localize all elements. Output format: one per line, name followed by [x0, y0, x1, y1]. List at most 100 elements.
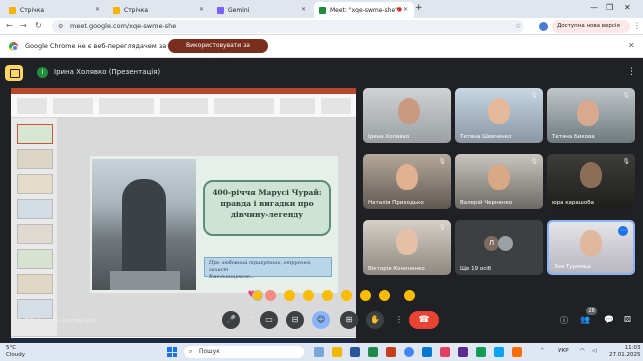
participant-avatar: Л: [484, 236, 499, 251]
slide-title-line: дівчину-легенду: [230, 210, 304, 219]
close-infobar-icon[interactable]: ✕: [628, 41, 635, 50]
network-icon[interactable]: ◠: [580, 348, 585, 354]
captions-button[interactable]: ⊟: [286, 311, 304, 329]
participant-tile[interactable]: 🎙 Тетяна Шевченко: [455, 88, 543, 143]
site-info-icon[interactable]: ⚙: [58, 20, 63, 33]
volume-icon[interactable]: ◁: [592, 348, 596, 354]
app-icon[interactable]: [440, 347, 450, 357]
present-button[interactable]: ⊞: [340, 311, 358, 329]
edge-icon[interactable]: [422, 347, 432, 357]
thumbs-up-reaction-icon[interactable]: [252, 290, 263, 301]
more-reactions-icon[interactable]: [404, 290, 415, 301]
camera-toggle-button[interactable]: ▭: [260, 311, 278, 329]
laugh-reaction-icon[interactable]: [303, 290, 314, 301]
tab-stream-2[interactable]: Стрічка ✕: [108, 2, 210, 18]
tray-overflow-icon[interactable]: ⌃: [540, 348, 545, 354]
close-tab-icon[interactable]: ✕: [199, 6, 204, 13]
slide-title-line: 400-річчя Марусі Чурай:: [212, 188, 322, 197]
tab-label: Стрічка: [124, 6, 149, 14]
minimize-icon[interactable]: —: [590, 3, 598, 12]
chrome-taskbar-icon[interactable]: [404, 347, 414, 357]
thinking-reaction-icon[interactable]: [360, 290, 371, 301]
slide-thumbnails: [11, 118, 57, 336]
presentation-menu-icon[interactable]: ⋮: [627, 67, 636, 77]
raise-hand-button[interactable]: ✋: [366, 311, 384, 329]
update-chrome-button[interactable]: Доступна нова версія Chrome: [552, 20, 630, 42]
powerpoint-icon[interactable]: [386, 347, 396, 357]
system-clock[interactable]: 11:03 27.01.2025: [609, 345, 641, 359]
muted-mic-icon: 🎙: [438, 158, 446, 165]
close-tab-icon[interactable]: ✕: [301, 6, 306, 13]
slide-thumbnail: [17, 149, 53, 169]
participant-name: юра карашоба: [552, 200, 594, 206]
participant-tile[interactable]: 🎙 Тетяна Бикова: [547, 88, 635, 143]
more-options-button[interactable]: ⋮: [393, 311, 405, 329]
meeting-details-icon[interactable]: ⓘ: [560, 315, 568, 326]
surprised-reaction-icon[interactable]: [322, 290, 333, 301]
thumbs-down-reaction-icon[interactable]: [379, 290, 390, 301]
close-window-icon[interactable]: ✕: [624, 3, 631, 12]
favicon-icon: [113, 6, 120, 14]
set-default-button[interactable]: Використовувати за умовчанням: [168, 39, 268, 63]
file-explorer-icon[interactable]: [332, 347, 342, 357]
maximize-icon[interactable]: ❐: [606, 3, 613, 12]
people-icon[interactable]: 👥: [580, 315, 590, 324]
url-field[interactable]: ⚙ meet.google.com/xqe-swme-she: [52, 20, 524, 33]
language-indicator[interactable]: УКР: [558, 348, 569, 354]
app-icon[interactable]: [476, 347, 486, 357]
participant-tile[interactable]: 🎙 Валерій Черненко: [455, 154, 543, 209]
mic-options-icon[interactable]: ⌃: [210, 311, 222, 329]
app-icon[interactable]: [512, 347, 522, 357]
new-tab-button[interactable]: +: [415, 3, 423, 13]
participant-tile[interactable]: ⋯ Зоя Турмица: [547, 220, 635, 275]
powerpoint-ribbon: [11, 94, 356, 118]
word-icon[interactable]: [350, 347, 360, 357]
activities-icon[interactable]: ⚄: [624, 315, 631, 324]
slide-thumbnail: [17, 124, 53, 144]
more-options-icon[interactable]: ⋯: [618, 226, 628, 236]
participant-tile[interactable]: 🎙 Наталія Приходько: [363, 154, 451, 209]
participant-name: Ще 19 осіб: [460, 266, 492, 272]
forward-icon[interactable]: →: [20, 21, 27, 30]
mic-toggle-button[interactable]: 🎤: [222, 311, 240, 329]
back-icon[interactable]: ←: [6, 21, 13, 30]
tab-gemini[interactable]: Gemini ✕: [212, 2, 312, 18]
app-icon[interactable]: [494, 347, 504, 357]
weather-widget[interactable]: 5°C Cloudy: [6, 345, 25, 359]
muted-mic-icon: 🎙: [622, 158, 630, 165]
bookmark-star-icon[interactable]: ☆: [515, 22, 521, 30]
more-participants-tile[interactable]: Л Ще 19 осіб: [455, 220, 543, 275]
chrome-menu-icon[interactable]: ⋮: [633, 21, 641, 30]
chat-icon[interactable]: 💬: [604, 315, 614, 324]
meeting-time: 11:03: [13, 317, 34, 325]
profile-avatar-icon[interactable]: [539, 22, 548, 31]
meet-icon: [319, 6, 326, 14]
tab-meet[interactable]: Meet: "xqe-swme-she" ● ✕: [314, 2, 414, 18]
slide-thumbnail: [17, 299, 53, 319]
participant-tile[interactable]: 🎙 Вікторія Кононенко: [363, 220, 451, 275]
excel-icon[interactable]: [368, 347, 378, 357]
tab-label: Gemini: [228, 6, 250, 14]
party-reaction-icon[interactable]: [265, 290, 276, 301]
close-tab-icon[interactable]: ✕: [95, 6, 100, 13]
close-tab-icon[interactable]: ✕: [403, 6, 408, 13]
slide-quote-line: Хмельницького...: [209, 274, 255, 280]
presentation-icon[interactable]: [5, 65, 23, 81]
camera-options-icon[interactable]: ⌃: [246, 311, 258, 329]
clap-reaction-icon[interactable]: [284, 290, 295, 301]
tab-stream-1[interactable]: Стрічка ✕: [4, 2, 106, 18]
reload-icon[interactable]: ↻: [35, 21, 42, 30]
windows-start-icon[interactable]: [167, 347, 177, 357]
slide-thumbnail: [17, 224, 53, 244]
sad-reaction-icon[interactable]: [341, 290, 352, 301]
slide-quote-box: Про любовний трикутник, отруєння, захист…: [204, 257, 332, 280]
participant-tile[interactable]: 🎙 юра карашоба: [547, 154, 635, 209]
leave-call-button[interactable]: ☎: [409, 311, 439, 329]
task-view-icon[interactable]: [314, 347, 324, 357]
taskbar-search[interactable]: ⌕ Пошук: [184, 346, 304, 358]
participant-tile[interactable]: Ірина Холявко: [363, 88, 451, 143]
reactions-button[interactable]: ☺: [312, 311, 330, 329]
app-icon[interactable]: [458, 347, 468, 357]
gemini-icon: [217, 6, 224, 14]
search-icon: ⌕: [189, 348, 193, 355]
